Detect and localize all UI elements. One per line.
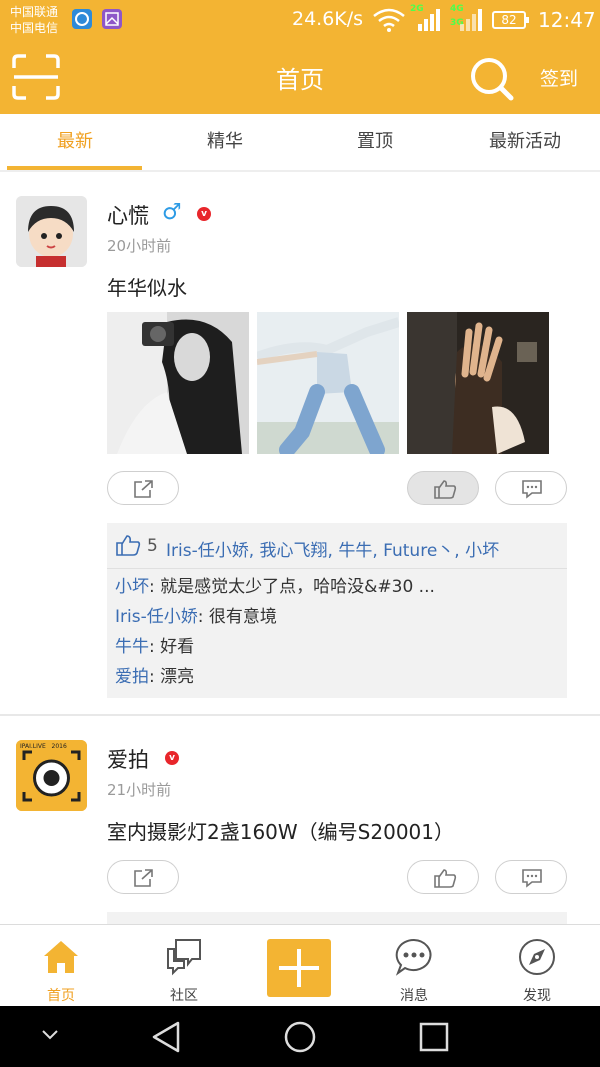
like-count: 5 xyxy=(147,536,158,556)
notification-gallery-icon xyxy=(102,9,122,29)
likes-row: 5 Iris-任小娇, 我心飞翔, 牛牛, Future丶, 小坏 xyxy=(107,523,567,569)
carrier-1: 中国联通 xyxy=(10,5,59,19)
share-button[interactable] xyxy=(107,860,179,894)
tab-bar: 最新 精华 置顶 最新活动 xyxy=(0,114,600,172)
comment-user[interactable]: 爱拍 xyxy=(115,667,149,687)
home-circle-icon[interactable] xyxy=(283,1020,317,1054)
comment-item[interactable]: Iris-任小娇: 很有意境 xyxy=(107,602,567,632)
active-tab-indicator xyxy=(7,166,142,170)
thumbs-up-icon xyxy=(434,480,457,499)
share-button[interactable] xyxy=(107,471,179,505)
message-icon xyxy=(395,938,432,976)
tab-pinned[interactable]: 置顶 xyxy=(300,114,450,170)
photo-grid xyxy=(107,312,551,454)
recent-apps-icon[interactable] xyxy=(418,1021,450,1053)
author-name[interactable]: 心慌 xyxy=(107,200,149,230)
post-time: 21小时前 xyxy=(107,781,172,799)
nav-label: 首页 xyxy=(47,988,75,1004)
avatar[interactable] xyxy=(16,196,87,267)
interaction-box xyxy=(107,912,567,924)
post-photo[interactable] xyxy=(107,312,249,454)
thumbs-up-icon xyxy=(116,535,141,556)
chevron-down-icon[interactable] xyxy=(40,1028,60,1042)
nav-label: 社区 xyxy=(170,988,198,1004)
comment-text: 就是感觉太少了点，哈哈没&#30 ... xyxy=(160,577,435,597)
verified-badge-icon: v xyxy=(165,751,179,765)
post-photo[interactable] xyxy=(407,312,549,454)
comment-button[interactable] xyxy=(495,471,567,505)
comment-user[interactable]: Iris-任小娇 xyxy=(115,607,198,627)
comment-item[interactable]: 小坏: 就是感觉太少了点，哈哈没&#30 ... xyxy=(107,572,567,602)
checkin-button[interactable]: 签到 xyxy=(540,64,578,91)
comment-button[interactable] xyxy=(495,860,567,894)
thumbs-up-icon xyxy=(434,869,457,888)
tab-latest-events[interactable]: 最新活动 xyxy=(450,114,600,170)
comment-text: 好看 xyxy=(160,637,195,657)
status-bar: 中国联通 中国电信 24.6K/s 2G 4G 3G 82 12:47 xyxy=(0,0,600,40)
comment-icon xyxy=(522,480,542,499)
back-icon[interactable] xyxy=(150,1020,182,1054)
nav-label: 发现 xyxy=(523,988,551,1004)
nav-label: 消息 xyxy=(400,988,428,1004)
post-text: 年华似水 xyxy=(107,276,187,300)
nav-home[interactable]: 首页 xyxy=(1,925,121,1007)
comment-item[interactable]: 爱拍: 漂亮 xyxy=(107,662,567,692)
interaction-box: 5 Iris-任小娇, 我心飞翔, 牛牛, Future丶, 小坏 小坏: 就是… xyxy=(107,523,567,698)
comment-list: 小坏: 就是感觉太少了点，哈哈没&#30 ... Iris-任小娇: 很有意境 … xyxy=(107,569,567,698)
app-header: 首页 签到 xyxy=(0,40,600,114)
male-gender-icon: ♂ xyxy=(162,200,182,225)
verified-badge-icon: v xyxy=(197,207,211,221)
nav-community[interactable]: 社区 xyxy=(124,925,244,1007)
comment-user[interactable]: 小坏 xyxy=(115,577,149,597)
battery-indicator: 82 xyxy=(492,11,529,29)
publish-button[interactable] xyxy=(267,939,331,997)
avatar-logo-text: IPAI.LIVE 2016 xyxy=(20,743,67,750)
screen: 中国联通 中国电信 24.6K/s 2G 4G 3G 82 12:47 首页 签… xyxy=(0,0,600,1067)
comment-text: 漂亮 xyxy=(160,667,195,687)
avatar[interactable]: IPAI.LIVE 2016 xyxy=(16,740,87,811)
share-icon xyxy=(134,869,153,887)
liker-names[interactable]: Iris-任小娇, 我心飞翔, 牛牛, Future丶, 小坏 xyxy=(166,536,499,561)
like-button[interactable] xyxy=(407,471,479,505)
system-navigation-bar xyxy=(0,1006,600,1067)
nav-messages[interactable]: 消息 xyxy=(354,925,474,1007)
post-photo[interactable] xyxy=(257,312,399,454)
author-name[interactable]: 爱拍 xyxy=(107,744,149,774)
tab-latest[interactable]: 最新 xyxy=(0,114,150,170)
post-card: IPAI.LIVE 2016 爱拍 v 21小时前 室内摄影灯2盏160W（编号… xyxy=(0,716,600,924)
signal-icon-1 xyxy=(418,9,440,31)
plus-icon xyxy=(279,949,319,987)
carrier-2: 中国电信 xyxy=(10,21,59,35)
comment-item[interactable]: 牛牛: 好看 xyxy=(107,632,567,662)
share-icon xyxy=(134,480,153,498)
search-icon[interactable] xyxy=(468,55,514,101)
clock: 12:47 xyxy=(538,8,596,32)
community-icon xyxy=(167,939,201,976)
post-text: 室内摄影灯2盏160W（编号S20001） xyxy=(107,820,454,844)
like-button[interactable] xyxy=(407,860,479,894)
home-icon xyxy=(44,941,78,973)
tab-featured[interactable]: 精华 xyxy=(150,114,300,170)
comment-text: 很有意境 xyxy=(208,607,277,627)
wifi-icon xyxy=(373,8,405,32)
bottom-navigation: 首页 社区 消息 发现 xyxy=(0,924,600,1006)
carrier-info: 中国联通 中国电信 xyxy=(10,4,58,36)
nav-discover[interactable]: 发现 xyxy=(477,925,597,1007)
compass-icon xyxy=(519,939,555,975)
comment-user[interactable]: 牛牛 xyxy=(115,637,149,657)
comment-icon xyxy=(522,869,542,888)
signal-icon-2 xyxy=(460,9,482,31)
post-card: 心慌 ♂ v 20小时前 年华似水 5 Iris-任小娇, 我心飞翔, 牛牛, … xyxy=(0,172,600,716)
post-time: 20小时前 xyxy=(107,237,172,255)
network-speed: 24.6K/s xyxy=(292,8,364,30)
notification-app-icon xyxy=(72,9,92,29)
